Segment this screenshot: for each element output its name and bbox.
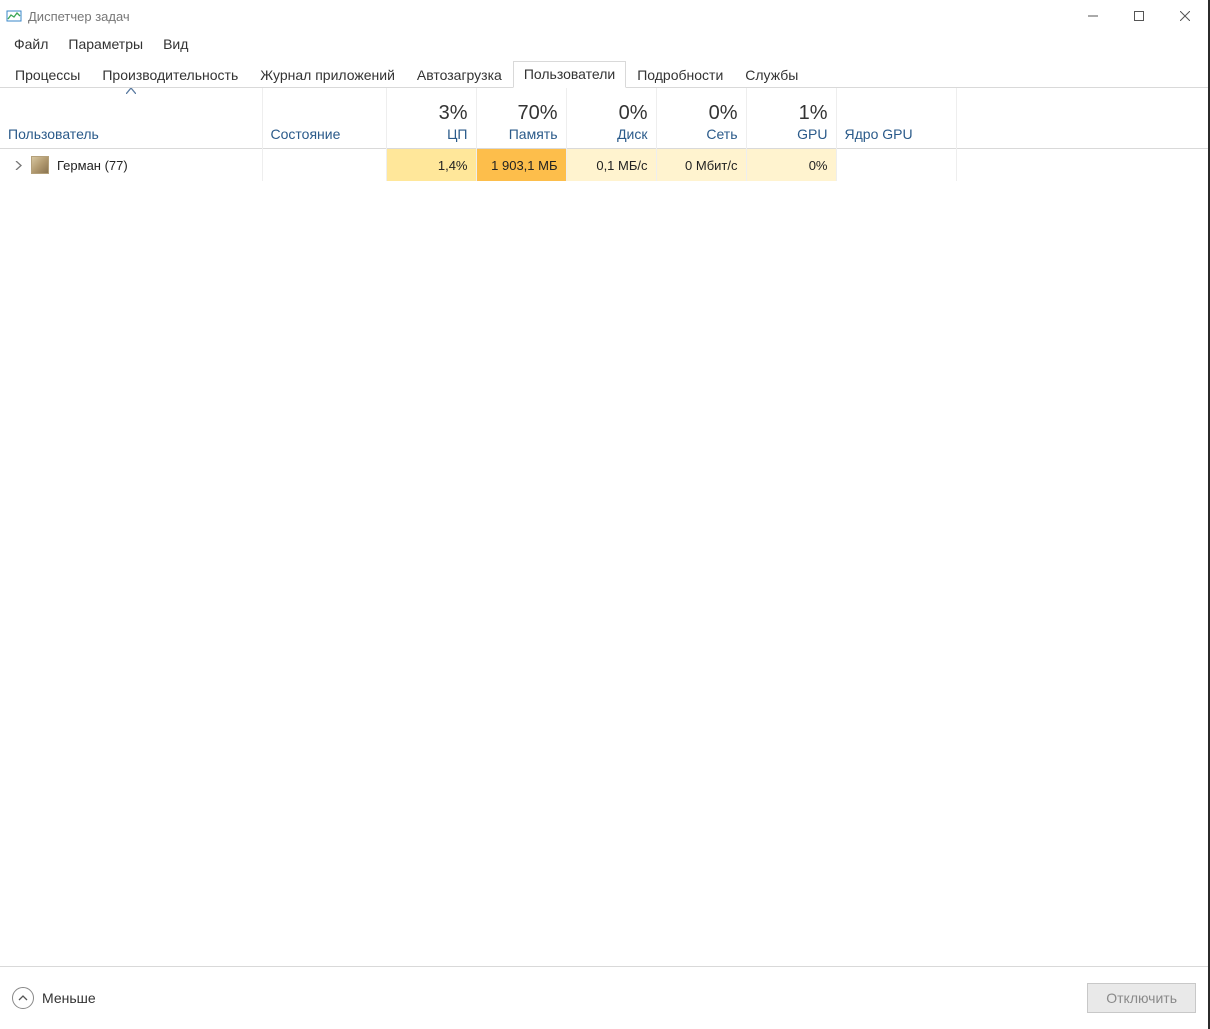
menu-view[interactable]: Вид <box>153 34 198 54</box>
user-avatar-icon <box>31 156 49 174</box>
titlebar[interactable]: Диспетчер задач <box>0 0 1208 32</box>
col-header-state[interactable]: Состояние <box>262 88 386 149</box>
content-area: Пользователь Состояние 3% ЦП 70% Память <box>0 88 1208 967</box>
task-manager-window: Диспетчер задач Файл Параметры Вид Проце… <box>0 0 1210 1029</box>
col-gpu-value: 1% <box>799 102 828 124</box>
cell-state <box>263 149 386 181</box>
col-disk-label: Диск <box>617 126 647 142</box>
menu-file[interactable]: Файл <box>4 34 58 54</box>
col-gpucore-label: Ядро GPU <box>845 126 948 142</box>
tab-processes[interactable]: Процессы <box>4 62 91 88</box>
users-table: Пользователь Состояние 3% ЦП 70% Память <box>0 88 1208 181</box>
minimize-button[interactable] <box>1070 0 1116 32</box>
tab-startup[interactable]: Автозагрузка <box>406 62 513 88</box>
col-mem-value: 70% <box>517 102 557 124</box>
menu-options[interactable]: Параметры <box>58 34 153 54</box>
user-name: Герман (77) <box>57 158 128 173</box>
col-header-disk[interactable]: 0% Диск <box>566 88 656 149</box>
col-cpu-value: 3% <box>439 102 468 124</box>
cell-cpu: 1,4% <box>387 149 476 181</box>
tab-apphistory[interactable]: Журнал приложений <box>249 62 406 88</box>
col-cpu-label: ЦП <box>447 126 467 142</box>
col-header-gpucore[interactable]: Ядро GPU <box>836 88 956 149</box>
tab-performance[interactable]: Производительность <box>91 62 249 88</box>
chevron-right-icon[interactable] <box>14 161 23 170</box>
sort-indicator-icon <box>0 88 262 100</box>
col-net-value: 0% <box>709 102 738 124</box>
cell-mem: 1 903,1 МБ <box>477 149 566 181</box>
cell-gpucore <box>837 149 956 181</box>
col-header-net[interactable]: 0% Сеть <box>656 88 746 149</box>
close-button[interactable] <box>1162 0 1208 32</box>
col-state-label: Состояние <box>271 126 378 142</box>
menubar: Файл Параметры Вид <box>0 32 1208 56</box>
tab-services[interactable]: Службы <box>734 62 809 88</box>
col-header-user[interactable]: Пользователь <box>0 88 262 149</box>
tabbar: Процессы Производительность Журнал прило… <box>0 56 1208 88</box>
cell-gpu: 0% <box>747 149 836 181</box>
fewer-details-button[interactable]: Меньше <box>12 987 96 1009</box>
col-header-gpu[interactable]: 1% GPU <box>746 88 836 149</box>
maximize-button[interactable] <box>1116 0 1162 32</box>
app-icon <box>6 8 22 24</box>
col-mem-label: Память <box>509 126 558 142</box>
tab-users[interactable]: Пользователи <box>513 61 626 88</box>
col-header-cpu[interactable]: 3% ЦП <box>386 88 476 149</box>
col-disk-value: 0% <box>619 102 648 124</box>
user-row[interactable]: Герман (77) 1,4% 1 903,1 МБ 0,1 МБ/с 0 М… <box>0 149 1208 182</box>
cell-disk: 0,1 МБ/с <box>567 149 656 181</box>
chevron-up-icon <box>12 987 34 1009</box>
fewer-label: Меньше <box>42 990 96 1006</box>
col-gpu-label: GPU <box>797 126 827 142</box>
col-net-label: Сеть <box>706 126 737 142</box>
col-user-label: Пользователь <box>8 126 254 142</box>
window-title: Диспетчер задач <box>28 9 130 24</box>
cell-net: 0 Мбит/с <box>657 149 746 181</box>
disconnect-button[interactable]: Отключить <box>1087 983 1196 1013</box>
tab-details[interactable]: Подробности <box>626 62 734 88</box>
col-header-mem[interactable]: 70% Память <box>476 88 566 149</box>
footer: Меньше Отключить <box>0 967 1208 1029</box>
